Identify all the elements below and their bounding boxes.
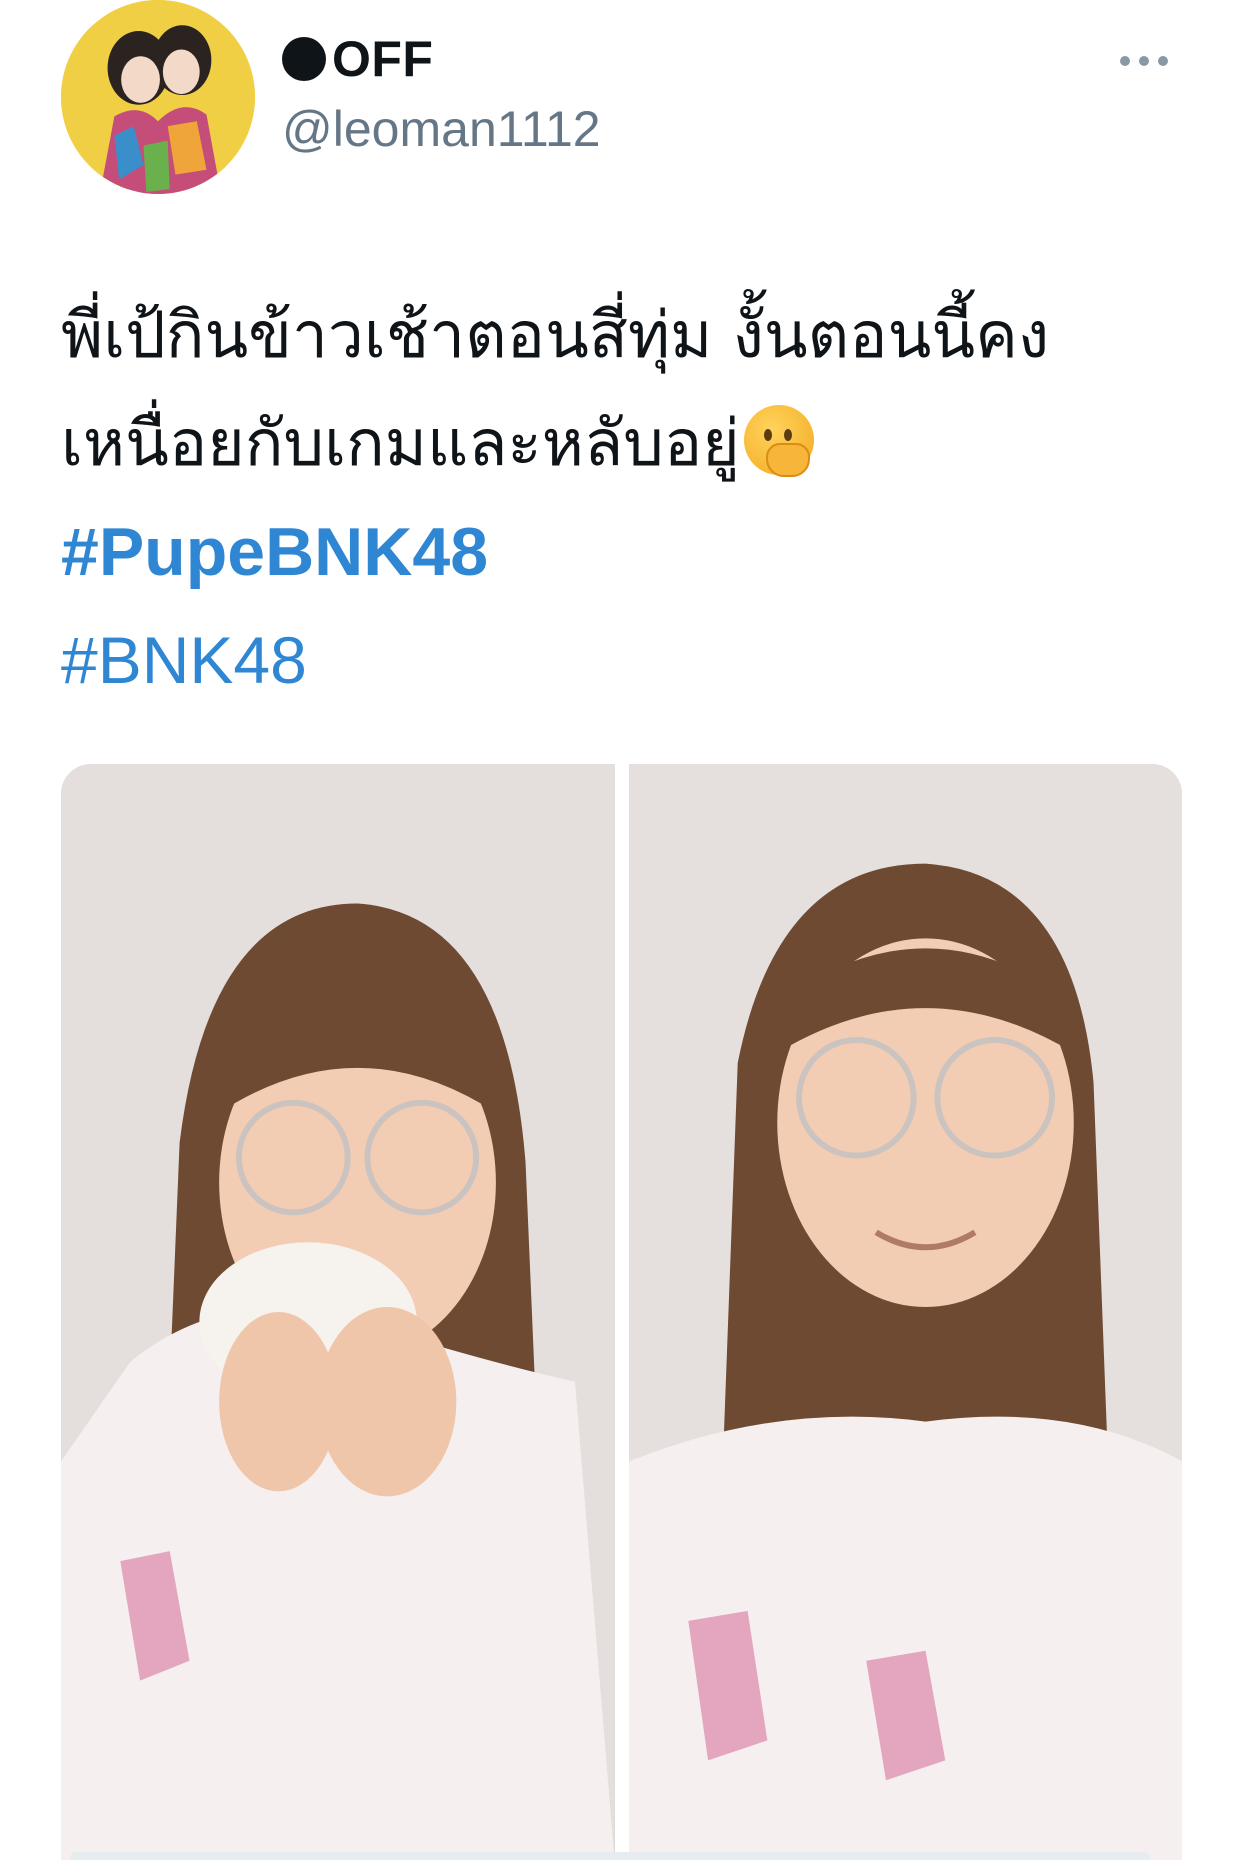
tweet-text-line-2: เหนื่อยกับเกมและหลับอยู่ [61,407,740,481]
photo-right[interactable] [628,764,1182,1860]
tweet-text-line-2-wrap: เหนื่อยกับเกมและหลับอยู่ [61,390,1191,498]
tweet-text-line-1: พี่เป้กินข้าวเช้าตอนสี่ทุ่ม งั้นตอนนี้คง [61,299,1050,373]
black-circle-icon [282,37,326,81]
next-item-edge [70,1852,1150,1860]
more-dot [1158,56,1168,66]
tweet-text: พี่เป้กินข้าวเช้าตอนสี่ทุ่ม งั้นตอนนี้คง… [61,282,1191,714]
avatar[interactable] [61,0,255,194]
more-dot [1120,56,1130,66]
more-icon[interactable] [1114,50,1174,72]
photo-left-image [61,764,615,1860]
display-name[interactable]: OFF [282,30,433,88]
hand-over-mouth-emoji-icon [743,405,814,477]
media-grid [61,764,1182,1860]
avatar-image [61,0,255,194]
photo-left[interactable] [61,764,615,1860]
photo-right-image [628,764,1182,1860]
user-handle[interactable]: @leoman1112 [282,100,601,158]
hashtag-link[interactable]: #PupeBNK48 [61,498,1191,606]
more-dot [1139,56,1149,66]
hashtag-link[interactable]: #BNK48 [61,606,1191,714]
display-name-text: OFF [332,31,434,87]
tweet: OFF @leoman1112 พี่เป้กินข้าวเช้าตอนสี่ท… [0,0,1242,1860]
